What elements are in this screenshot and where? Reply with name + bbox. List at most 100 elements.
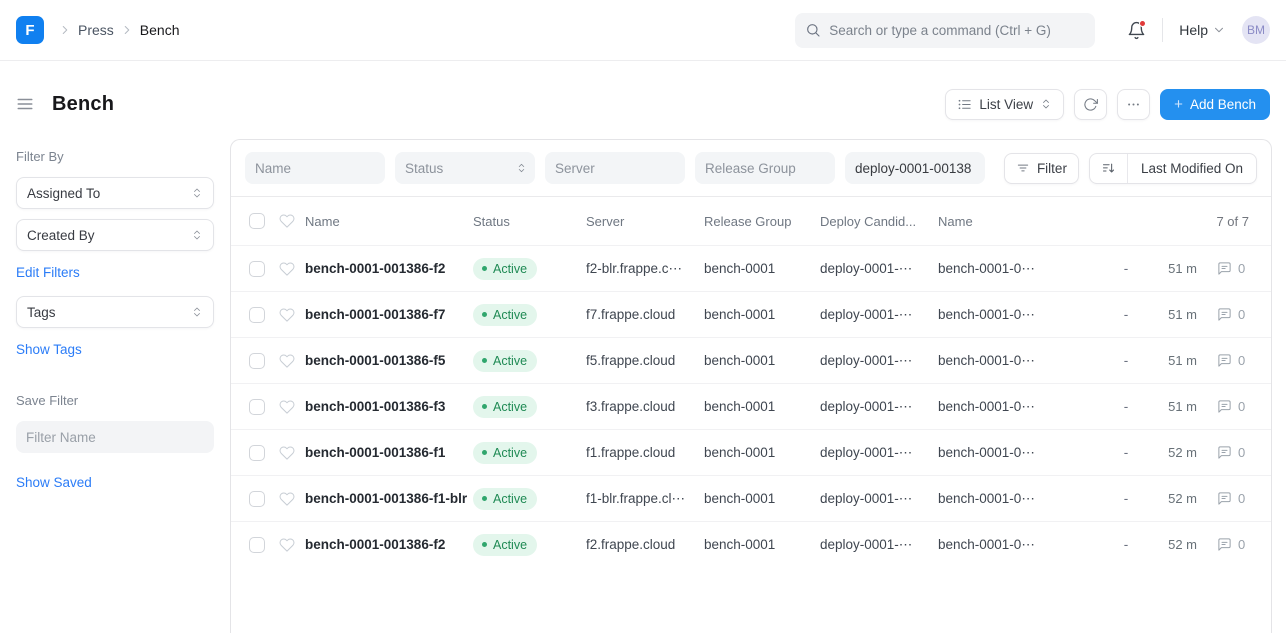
show-saved-link[interactable]: Show Saved: [16, 475, 92, 490]
row-checkbox[interactable]: [249, 399, 265, 415]
search-icon: [805, 22, 821, 38]
status-filter-select[interactable]: [395, 152, 535, 184]
help-label: Help: [1179, 22, 1208, 38]
server-filter-input[interactable]: [545, 152, 685, 184]
assigned-to-label: Assigned To: [27, 186, 100, 201]
assigned-to-select[interactable]: Assigned To: [16, 177, 214, 209]
comment-count: 0: [1238, 445, 1245, 460]
row-checkbox[interactable]: [249, 491, 265, 507]
favorite-heart-icon[interactable]: [279, 399, 305, 415]
column-header-status[interactable]: Status: [473, 214, 586, 229]
release-group-cell: bench-0001: [704, 491, 820, 506]
empty-value-cell: -: [1111, 537, 1141, 552]
deploy-candidate-cell: deploy-0001-⋯: [820, 399, 938, 415]
column-header-server[interactable]: Server: [586, 214, 704, 229]
filter-by-label: Filter By: [16, 149, 214, 164]
name2-cell: bench-0001-0⋯: [938, 445, 1111, 461]
sort-descending-icon[interactable]: [1090, 154, 1128, 183]
status-badge: Active: [473, 442, 537, 464]
bench-name[interactable]: bench-0001-001386-f2: [305, 537, 473, 552]
comment-count: 0: [1238, 353, 1245, 368]
bench-name[interactable]: bench-0001-001386-f3: [305, 399, 473, 414]
favorite-heart-icon[interactable]: [279, 537, 305, 553]
column-header-name[interactable]: Name: [305, 214, 473, 229]
name-filter-input[interactable]: [245, 152, 385, 184]
table-header-row: Name Status Server Release Group Deploy …: [231, 197, 1271, 245]
column-header-name2[interactable]: Name: [938, 214, 1111, 229]
row-checkbox[interactable]: [249, 353, 265, 369]
table-row[interactable]: bench-0001-001386-f7 Active f7.frappe.cl…: [231, 291, 1271, 337]
breadcrumb-press[interactable]: Press: [78, 22, 114, 38]
status-badge: Active: [473, 534, 537, 556]
favorite-heart-icon[interactable]: [279, 491, 305, 507]
page-header: Bench List View + Add Bench: [0, 61, 1286, 139]
status-text: Active: [493, 262, 527, 276]
status-badge: Active: [473, 258, 537, 280]
save-filter-label: Save Filter: [16, 393, 214, 408]
favorite-heart-icon[interactable]: [279, 307, 305, 323]
table-row[interactable]: bench-0001-001386-f1-blr Active f1-blr.f…: [231, 475, 1271, 521]
sort-field-label[interactable]: Last Modified On: [1128, 154, 1256, 183]
deploy-candidate-filter-input[interactable]: [845, 152, 985, 184]
list-view-button[interactable]: List View: [945, 89, 1064, 120]
table-row[interactable]: bench-0001-001386-f2 Active f2-blr.frapp…: [231, 245, 1271, 291]
name2-cell: bench-0001-0⋯: [938, 353, 1111, 369]
status-dot-icon: [482, 358, 487, 363]
user-avatar[interactable]: BM: [1242, 16, 1270, 44]
status-badge: Active: [473, 350, 537, 372]
empty-value-cell: -: [1111, 307, 1141, 322]
column-header-deploy-candidate[interactable]: Deploy Candid...: [820, 214, 938, 229]
row-checkbox[interactable]: [249, 537, 265, 553]
tags-select[interactable]: Tags: [16, 296, 214, 328]
release-group-cell: bench-0001: [704, 537, 820, 552]
select-all-checkbox[interactable]: [249, 213, 265, 229]
comments-cell: 0: [1201, 261, 1271, 276]
show-tags-link[interactable]: Show Tags: [16, 342, 82, 357]
filter-button[interactable]: Filter: [1004, 153, 1079, 184]
command-search[interactable]: [795, 13, 1095, 48]
release-group-cell: bench-0001: [704, 261, 820, 276]
add-bench-button[interactable]: + Add Bench: [1160, 89, 1270, 120]
frappe-logo-icon[interactable]: F: [16, 16, 44, 44]
row-checkbox[interactable]: [249, 445, 265, 461]
bench-name[interactable]: bench-0001-001386-f2: [305, 261, 473, 276]
last-modified-cell: 51 m: [1141, 353, 1201, 368]
filter-sidebar: Filter By Assigned To Created By Edit Fi…: [0, 139, 230, 633]
table-row[interactable]: bench-0001-001386-f1 Active f1.frappe.cl…: [231, 429, 1271, 475]
add-bench-label: Add Bench: [1190, 97, 1256, 112]
favorite-heart-icon[interactable]: [279, 261, 305, 277]
status-dot-icon: [482, 266, 487, 271]
created-by-select[interactable]: Created By: [16, 219, 214, 251]
help-menu[interactable]: Help: [1179, 22, 1226, 38]
breadcrumb-bench[interactable]: Bench: [140, 22, 180, 38]
release-group-filter-input[interactable]: [695, 152, 835, 184]
notifications-button[interactable]: [1127, 21, 1146, 40]
heart-icon: [279, 213, 305, 229]
filter-name-input[interactable]: [16, 421, 214, 453]
hamburger-menu-icon[interactable]: [16, 95, 34, 113]
row-checkbox[interactable]: [249, 261, 265, 277]
last-modified-cell: 51 m: [1141, 261, 1201, 276]
server-cell: f1-blr.frappe.cl⋯: [586, 491, 704, 507]
favorite-heart-icon[interactable]: [279, 445, 305, 461]
column-header-release-group[interactable]: Release Group: [704, 214, 820, 229]
table-row[interactable]: bench-0001-001386-f3 Active f3.frappe.cl…: [231, 383, 1271, 429]
empty-value-cell: -: [1111, 353, 1141, 368]
last-modified-cell: 51 m: [1141, 399, 1201, 414]
more-options-button[interactable]: [1117, 89, 1150, 120]
bench-name[interactable]: bench-0001-001386-f7: [305, 307, 473, 322]
comment-icon: [1217, 307, 1232, 322]
edit-filters-link[interactable]: Edit Filters: [16, 265, 80, 280]
favorite-heart-icon[interactable]: [279, 353, 305, 369]
comment-icon: [1217, 445, 1232, 460]
bench-name[interactable]: bench-0001-001386-f1: [305, 445, 473, 460]
table-row[interactable]: bench-0001-001386-f2 Active f2.frappe.cl…: [231, 521, 1271, 567]
search-input[interactable]: [829, 23, 1085, 38]
table-row[interactable]: bench-0001-001386-f5 Active f5.frappe.cl…: [231, 337, 1271, 383]
bench-name[interactable]: bench-0001-001386-f1-blr: [305, 491, 473, 506]
row-checkbox[interactable]: [249, 307, 265, 323]
bench-name[interactable]: bench-0001-001386-f5: [305, 353, 473, 368]
filter-icon: [1016, 161, 1030, 175]
sort-control[interactable]: Last Modified On: [1089, 153, 1257, 184]
refresh-button[interactable]: [1074, 89, 1107, 120]
